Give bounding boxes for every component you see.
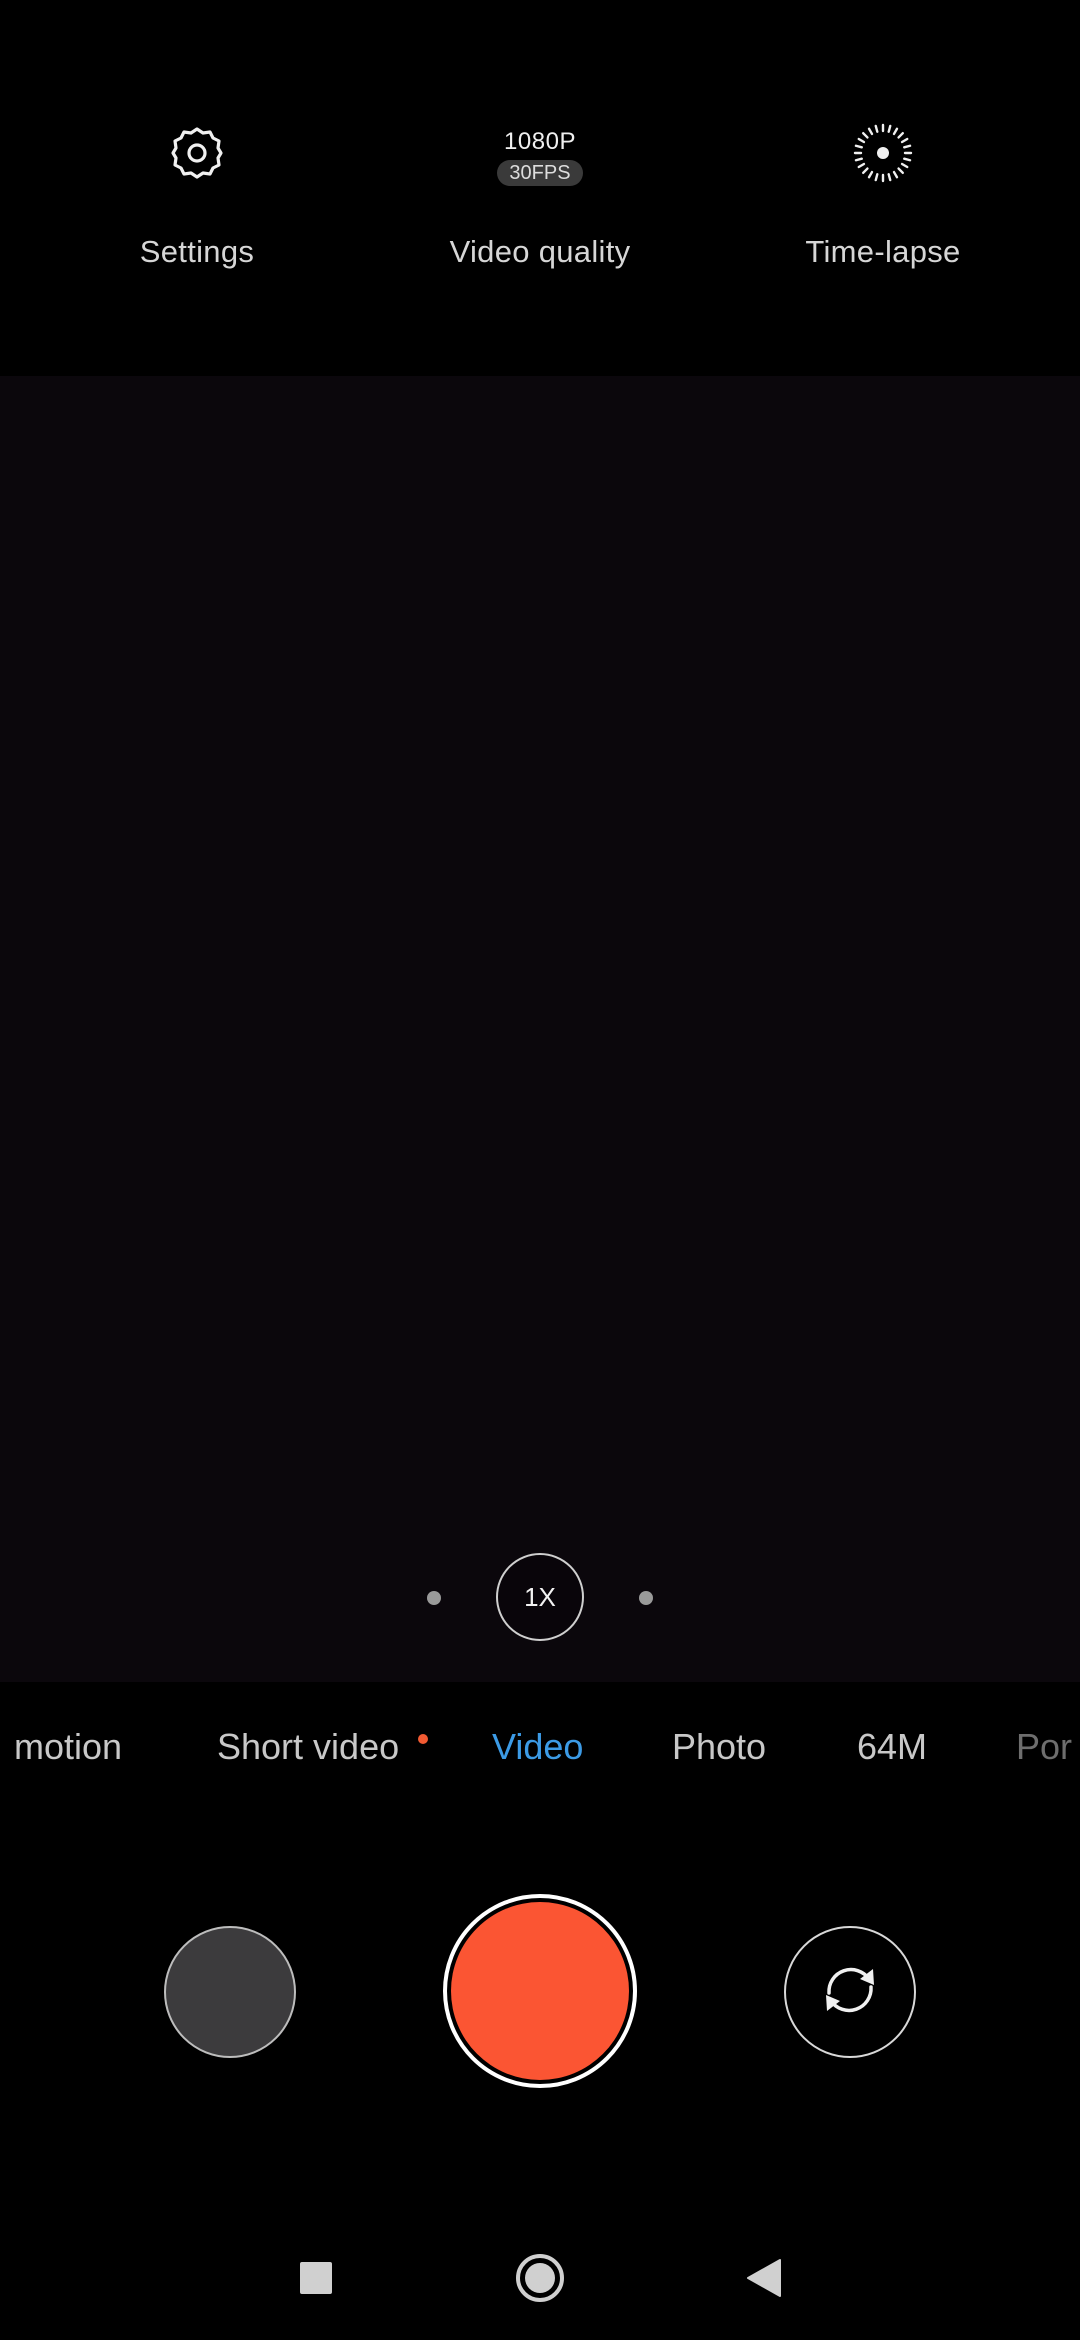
home-button[interactable]: [510, 2250, 570, 2310]
timelapse-tick: [867, 170, 874, 179]
settings-label: Settings: [139, 234, 255, 269]
timelapse-tick: [903, 157, 912, 162]
timelapse-tick: [857, 162, 866, 169]
mode-short-video[interactable]: Short video: [217, 1726, 399, 1768]
timelapse-tick: [862, 132, 869, 139]
new-feature-dot: [418, 1734, 428, 1744]
gallery-thumbnail[interactable]: [164, 1926, 296, 2058]
zoom-dot-right[interactable]: [639, 1591, 653, 1605]
camera-viewfinder[interactable]: [0, 376, 1080, 1682]
mode-video[interactable]: Video: [492, 1726, 583, 1768]
zoom-dot-left[interactable]: [427, 1591, 441, 1605]
timelapse-tick: [857, 137, 866, 144]
record-button[interactable]: [443, 1894, 637, 2088]
gear-icon: [167, 112, 227, 194]
mode-selector: motion Short video Video Photo 64M Por: [0, 1682, 1080, 1822]
recents-button[interactable]: [286, 2250, 346, 2310]
timelapse-tick: [897, 167, 904, 174]
timelapse-tick: [892, 127, 899, 136]
timelapse-tick: [867, 127, 874, 136]
time-lapse-button[interactable]: Time-lapse: [733, 112, 1033, 270]
system-nav-bar: [0, 2220, 1080, 2340]
timelapse-tick: [854, 157, 863, 162]
video-quality-button[interactable]: 1080P 30FPS Video quality: [390, 112, 690, 270]
square-icon: [300, 2261, 332, 2299]
timelapse-icon: [852, 112, 914, 194]
record-button-fill: [451, 1902, 629, 2080]
mode-photo[interactable]: Photo: [672, 1726, 766, 1768]
top-settings-bar: Settings 1080P 30FPS Video quality Time-…: [0, 0, 1080, 376]
timelapse-tick: [874, 124, 879, 133]
timelapse-tick: [887, 124, 892, 133]
fps-text: 30FPS: [497, 160, 583, 186]
timelapse-tick: [897, 132, 904, 139]
timelapse-tick: [900, 137, 909, 144]
mode-64m[interactable]: 64M: [857, 1726, 927, 1768]
mode-portrait[interactable]: Por: [1016, 1726, 1072, 1768]
settings-button[interactable]: Settings: [47, 112, 347, 270]
timelapse-tick: [862, 167, 869, 174]
time-lapse-label: Time-lapse: [805, 234, 961, 269]
zoom-level-button[interactable]: 1X: [496, 1553, 584, 1641]
circle-icon: [514, 2252, 566, 2309]
timelapse-tick: [900, 162, 909, 169]
zoom-control: 1X: [0, 1553, 1080, 1641]
timelapse-tick: [887, 173, 892, 182]
timelapse-tick: [874, 173, 879, 182]
resolution-text: 1080P: [504, 128, 576, 155]
video-quality-label: Video quality: [449, 234, 631, 269]
camera-flip-icon: [815, 1955, 885, 2030]
timelapse-tick: [903, 144, 912, 149]
switch-camera-button[interactable]: [784, 1926, 916, 2058]
triangle-back-icon: [746, 2258, 782, 2303]
timelapse-tick: [892, 170, 899, 179]
back-button[interactable]: [734, 2250, 794, 2310]
mode-slow-motion[interactable]: motion: [14, 1726, 122, 1768]
timelapse-tick: [854, 144, 863, 149]
capture-controls: [0, 1890, 1080, 2090]
video-quality-badge: 1080P 30FPS: [497, 112, 583, 194]
camera-screen: Settings 1080P 30FPS Video quality Time-…: [0, 0, 1080, 2340]
